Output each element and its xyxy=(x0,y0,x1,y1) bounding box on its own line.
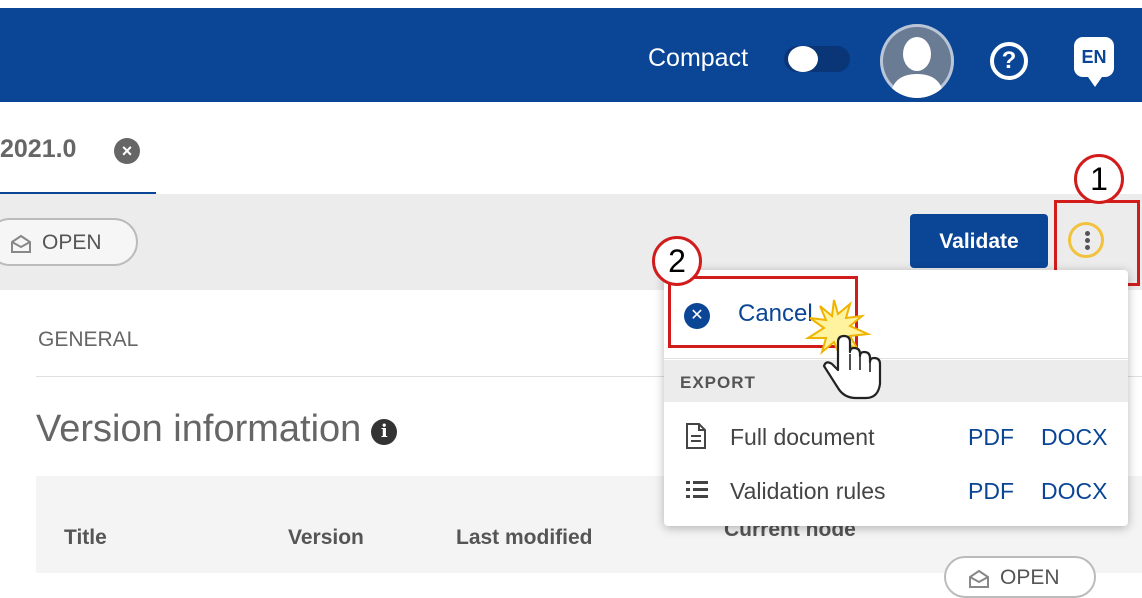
user-silhouette-icon xyxy=(890,37,944,98)
status-label: OPEN xyxy=(42,231,102,254)
toggle-knob xyxy=(788,46,818,72)
more-actions-button[interactable] xyxy=(1068,222,1104,258)
validate-button[interactable]: Validate xyxy=(910,214,1048,268)
cancel-label: Cancel xyxy=(738,300,813,327)
menu-section-export: EXPORT xyxy=(664,360,1128,402)
row-status-label: OPEN xyxy=(1000,566,1060,589)
user-avatar[interactable] xyxy=(880,24,954,98)
export-label: Full document xyxy=(730,424,875,450)
compact-label: Compact xyxy=(648,44,749,72)
tab-strip: 2021.0 × xyxy=(0,102,1142,195)
export-docx-link[interactable]: DOCX xyxy=(1041,478,1107,505)
more-actions-menu: ✕ Cancel EXPORT Full document PDF DOCX V… xyxy=(664,270,1128,526)
status-badge: OPEN xyxy=(0,218,138,266)
export-row-full-document: Full document PDF DOCX xyxy=(664,416,1128,458)
export-label: Validation rules xyxy=(730,478,886,504)
language-icon[interactable]: EN xyxy=(1074,37,1114,87)
export-pdf-link[interactable]: PDF xyxy=(968,424,1014,451)
export-section-label: EXPORT xyxy=(680,373,756,392)
step-marker-2: 2 xyxy=(652,236,702,286)
export-row-validation-rules: Validation rules PDF DOCX xyxy=(664,470,1128,512)
envelope-open-icon xyxy=(11,234,31,253)
export-docx-link[interactable]: DOCX xyxy=(1041,424,1107,451)
cancel-icon: ✕ xyxy=(684,303,710,329)
column-header-version[interactable]: Version xyxy=(288,526,364,550)
column-header-title[interactable]: Title xyxy=(64,526,107,550)
menu-divider xyxy=(664,358,1128,359)
row-status-badge: OPEN xyxy=(944,556,1096,598)
help-icon[interactable]: ? xyxy=(990,42,1028,80)
menu-item-cancel[interactable]: ✕ Cancel xyxy=(664,290,1128,348)
tab-document[interactable]: 2021.0 × xyxy=(0,102,156,195)
compact-toggle[interactable] xyxy=(784,46,850,72)
list-icon xyxy=(686,481,708,498)
export-pdf-link[interactable]: PDF xyxy=(968,478,1014,505)
step-marker-1: 1 xyxy=(1074,154,1124,204)
page-heading: Version information i xyxy=(36,408,398,451)
column-header-last-modified[interactable]: Last modified xyxy=(456,526,593,550)
language-code: EN xyxy=(1081,47,1107,67)
tab-label: 2021.0 xyxy=(0,135,77,163)
document-icon xyxy=(686,423,706,449)
info-icon[interactable]: i xyxy=(371,419,398,445)
envelope-open-icon xyxy=(969,569,989,588)
section-label: GENERAL xyxy=(38,328,139,351)
header-bar: Compact ? EN xyxy=(0,8,1142,102)
heading-text: Version information xyxy=(36,408,362,450)
close-icon[interactable]: × xyxy=(114,138,140,164)
